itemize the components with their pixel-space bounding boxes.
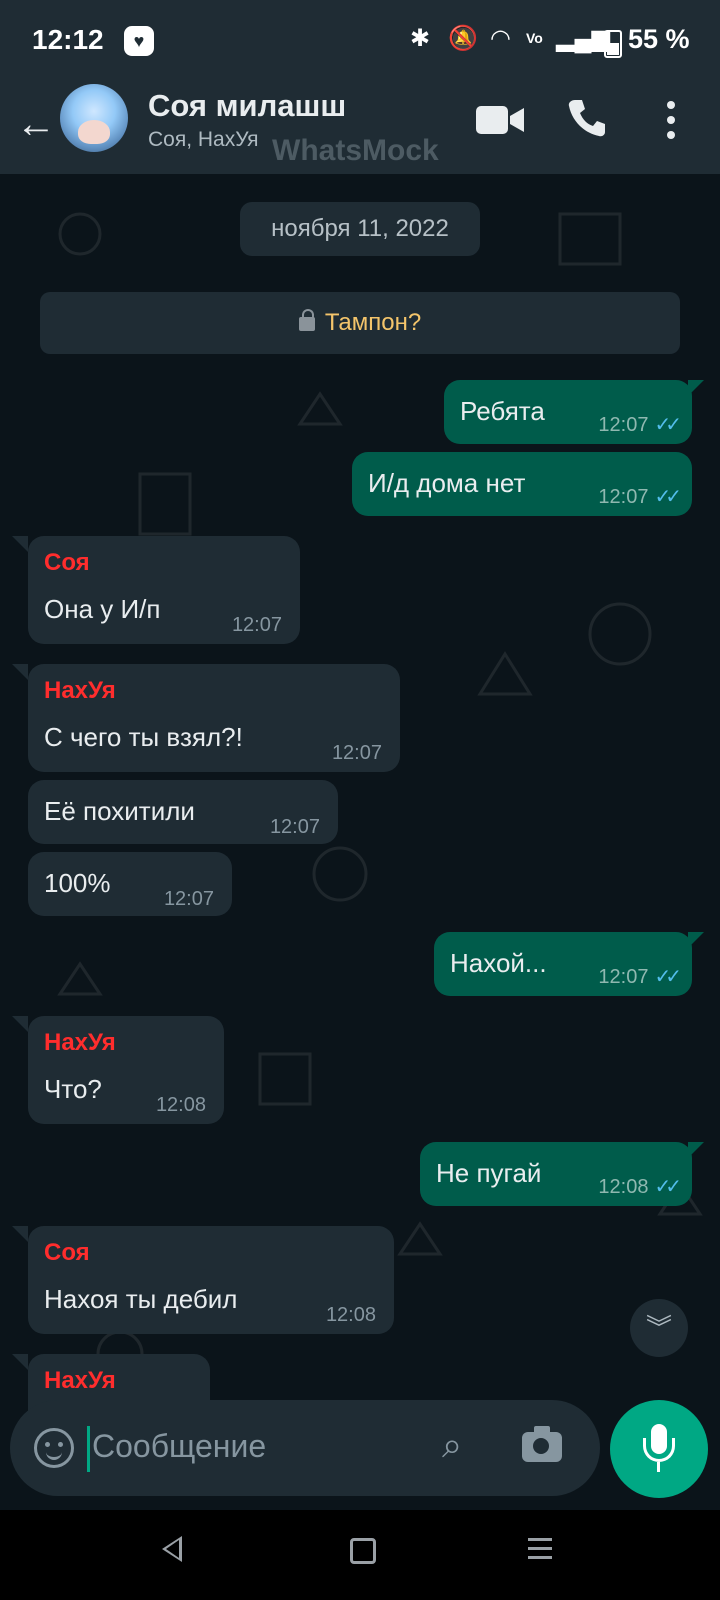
encryption-notice-text: Тампон? <box>324 309 422 336</box>
read-receipt-icon: ✓✓ <box>654 414 681 436</box>
message-bubble-outgoing[interactable]: Нахой... 12:07 ✓✓ <box>434 932 692 996</box>
message-bubble-outgoing[interactable]: Ребята 12:07 ✓✓ <box>444 380 692 444</box>
back-arrow-icon[interactable]: ← <box>16 102 56 147</box>
message-text: Ребята <box>460 396 545 426</box>
date-divider: ноября 11, 2022 <box>240 202 480 256</box>
message-meta: 12:07 ✓✓ <box>598 960 681 994</box>
attach-icon[interactable]: ⌕ <box>442 1424 486 1468</box>
message-bubble-incoming[interactable]: НахУя С чего ты взял?! 12:07 <box>28 664 400 772</box>
sender-name[interactable]: НахУя <box>44 1364 116 1398</box>
message-composer: Сообщение ⌕ <box>10 1400 600 1496</box>
bubble-tail <box>688 1142 704 1158</box>
message-time: 12:08 <box>598 1176 649 1198</box>
bubble-tail <box>12 664 28 680</box>
chat-title[interactable]: Соя милашш <box>148 88 346 124</box>
sender-name[interactable]: НахУя <box>44 1026 116 1060</box>
video-call-icon[interactable] <box>476 106 524 134</box>
emoji-icon[interactable] <box>34 1428 74 1468</box>
nav-home-icon[interactable] <box>350 1538 376 1564</box>
message-time: 12:07 <box>598 414 649 436</box>
bubble-tail <box>688 932 704 948</box>
phone-call-icon[interactable] <box>567 98 607 138</box>
signal-icon: ▂▄▆ <box>556 25 610 52</box>
message-bubble-incoming[interactable]: Её похитили 12:07 <box>28 780 338 844</box>
more-options-icon[interactable] <box>666 100 676 140</box>
message-bubble-incoming[interactable]: 100% 12:07 <box>28 852 232 916</box>
message-time: 12:07 <box>331 742 382 764</box>
read-receipt-icon: ✓✓ <box>654 966 681 988</box>
message-bubble-incoming[interactable]: Соя Нахоя ты дебил 12:08 <box>28 1226 394 1334</box>
sender-name[interactable]: Соя <box>44 546 90 580</box>
message-list[interactable]: ноября 11, 2022 Тампон? Ребята 12:07 ✓✓ И… <box>0 174 720 1510</box>
message-text: Её похитили <box>44 796 195 826</box>
mic-arc <box>643 1438 675 1462</box>
nav-back-icon[interactable] <box>162 1536 182 1562</box>
mic-icon[interactable] <box>610 1400 708 1498</box>
message-text: Нахоя ты дебил <box>44 1284 238 1314</box>
bubble-tail <box>688 380 704 396</box>
message-time: 12:07 <box>231 614 282 636</box>
camera-icon[interactable] <box>522 1426 562 1462</box>
watermark: WhatsMock <box>272 134 439 167</box>
message-time: 12:07 <box>163 888 214 910</box>
message-meta: 12:08 ✓✓ <box>598 1170 681 1204</box>
message-meta: 12:07 ✓✓ <box>598 480 681 514</box>
message-text: Не пугай <box>436 1158 542 1188</box>
message-bubble-incoming[interactable]: Соя Она у И/п 12:07 <box>28 536 300 644</box>
battery-icon <box>604 30 622 58</box>
nav-recents-icon[interactable] <box>528 1538 552 1541</box>
read-receipt-icon: ✓✓ <box>654 486 681 508</box>
read-receipt-icon: ✓✓ <box>654 1176 681 1198</box>
avatar[interactable] <box>60 84 128 152</box>
mic-stem <box>657 1462 660 1472</box>
message-bubble-outgoing[interactable]: И/д дома нет 12:07 ✓✓ <box>352 452 692 516</box>
wifi-icon: ◠ <box>490 25 511 52</box>
battery-percent: 55 % <box>628 24 690 54</box>
message-time: 12:07 <box>598 486 649 508</box>
sender-name[interactable]: Соя <box>44 1236 90 1270</box>
message-text: 100% <box>44 868 111 898</box>
volte-icon: Vo <box>526 30 543 46</box>
scroll-down-icon[interactable]: ︾ <box>630 1299 688 1357</box>
message-text: Она у И/п <box>44 594 161 624</box>
message-time: 12:08 <box>325 1304 376 1326</box>
chat-participants[interactable]: Соя, НахУя <box>148 128 259 152</box>
sender-name[interactable]: НахУя <box>44 674 116 708</box>
bubble-tail <box>12 536 28 552</box>
text-cursor <box>87 1426 90 1472</box>
lock-icon <box>298 309 315 331</box>
message-time: 12:07 <box>269 816 320 838</box>
message-time: 12:07 <box>598 966 649 988</box>
message-bubble-incoming[interactable]: НахУя Что? 12:08 <box>28 1016 224 1124</box>
encryption-notice[interactable]: Тампон? <box>40 292 680 354</box>
bubble-tail <box>12 1226 28 1242</box>
app-notification-icon: ♥ <box>124 26 154 56</box>
status-bar: 12:12 ♥ ✱ 🔕 ◠ Vo ▂▄▆ 55 % <box>0 0 720 82</box>
message-text: Нахой... <box>450 948 547 978</box>
bubble-tail <box>12 1016 28 1032</box>
message-text: И/д дома нет <box>368 468 526 498</box>
message-time: 12:08 <box>155 1094 206 1116</box>
system-navigation-bar <box>0 1510 720 1600</box>
chat-header: ← Соя милашш Соя, НахУя WhatsMock <box>0 82 720 174</box>
message-input[interactable]: Сообщение <box>92 1428 266 1465</box>
bluetooth-icon: ✱ <box>410 25 431 52</box>
message-meta: 12:07 ✓✓ <box>598 408 681 442</box>
mute-notifications-icon: 🔕 <box>448 25 478 52</box>
bubble-tail <box>12 1354 28 1370</box>
message-bubble-outgoing[interactable]: Не пугай 12:08 ✓✓ <box>420 1142 692 1206</box>
message-text: Что? <box>44 1074 102 1104</box>
status-time: 12:12 <box>32 24 104 55</box>
message-text: С чего ты взял?! <box>44 722 243 752</box>
